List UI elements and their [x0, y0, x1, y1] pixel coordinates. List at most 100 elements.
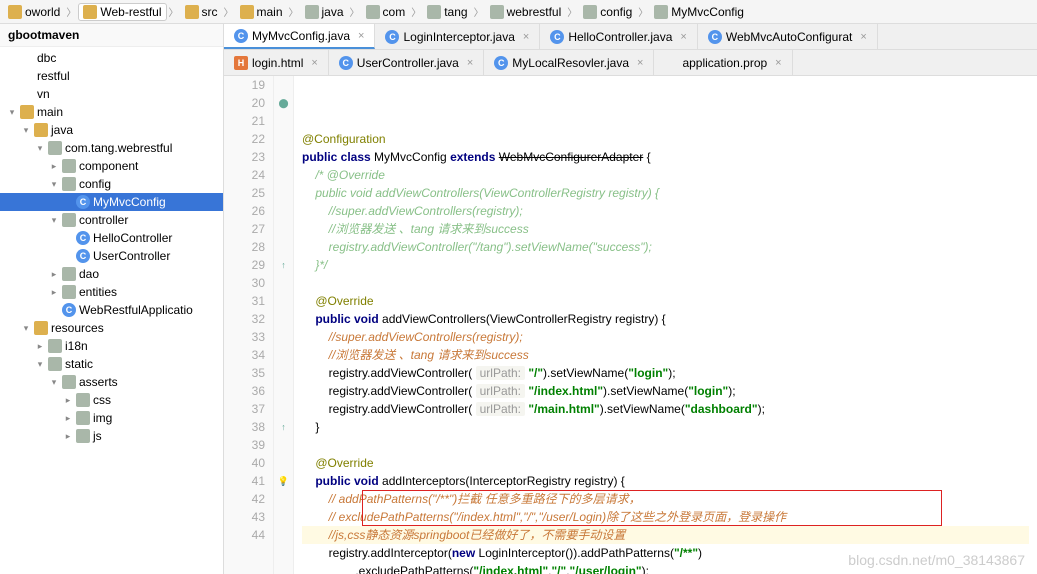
code-line[interactable]: } [302, 418, 1029, 436]
editor-tab[interactable]: Hlogin.html× [224, 50, 329, 75]
expand-icon[interactable]: ▾ [49, 377, 59, 388]
code-line[interactable]: // excludePathPatterns("/index.html","/"… [302, 508, 1029, 526]
line-number: 42 [232, 490, 265, 508]
tree-item[interactable]: ▸css [0, 391, 223, 409]
expand-icon[interactable]: ▾ [49, 215, 59, 226]
code-line[interactable]: public class MyMvcConfig extends WebMvcC… [302, 148, 1029, 166]
tree-item[interactable]: CUserController [0, 247, 223, 265]
code-line[interactable]: @Override [302, 292, 1029, 310]
gutter-icon: ↑ [274, 256, 293, 274]
expand-icon[interactable]: ▸ [35, 341, 45, 352]
breadcrumb-item[interactable]: src [181, 4, 222, 20]
tree-label: java [51, 123, 73, 137]
code-line[interactable]: //浏览器发送 、tang 请求来到success [302, 346, 1029, 364]
close-icon[interactable]: × [637, 57, 643, 69]
editor-tab[interactable]: application.prop× [654, 50, 792, 75]
code-line[interactable]: registry.addViewController("/tang").setV… [302, 238, 1029, 256]
code-line[interactable]: .excludePathPatterns("/index.html","/","… [302, 562, 1029, 574]
editor-tab[interactable]: CWebMvcAutoConfigurat× [698, 24, 878, 49]
tree-item[interactable]: ▾asserts [0, 373, 223, 391]
tree-item[interactable]: ▸dao [0, 265, 223, 283]
breadcrumb-item[interactable]: Web-restful [78, 3, 166, 21]
expand-icon[interactable]: ▸ [49, 161, 59, 172]
expand-icon[interactable]: ▾ [49, 179, 59, 190]
expand-icon[interactable]: ▸ [63, 413, 73, 424]
code-line[interactable] [302, 436, 1029, 454]
breadcrumb-item[interactable]: webrestful [486, 4, 566, 20]
tree-item[interactable]: dbc [0, 49, 223, 67]
line-number: 19 [232, 76, 265, 94]
expand-icon[interactable]: ▸ [63, 395, 73, 406]
code-line[interactable]: /* @Override [302, 166, 1029, 184]
expand-icon[interactable]: ▸ [49, 269, 59, 280]
close-icon[interactable]: × [775, 57, 781, 69]
expand-icon[interactable]: ▸ [49, 287, 59, 298]
class-icon: C [385, 30, 399, 44]
close-icon[interactable]: × [467, 57, 473, 69]
editor-tab[interactable]: CLoginInterceptor.java× [375, 24, 540, 49]
code-line[interactable]: registry.addViewController( urlPath: "/m… [302, 400, 1029, 418]
code-line[interactable]: public void addViewControllers(ViewContr… [302, 310, 1029, 328]
tree-item[interactable]: ▸component [0, 157, 223, 175]
code-line[interactable]: public void addInterceptors(InterceptorR… [302, 472, 1029, 490]
code-line[interactable]: //浏览器发送 、tang 请求来到success [302, 220, 1029, 238]
breadcrumb-item[interactable]: com [362, 4, 410, 20]
editor-tab[interactable]: CUserController.java× [329, 50, 484, 75]
breadcrumb-item[interactable]: oworld [4, 4, 64, 20]
close-icon[interactable]: × [680, 31, 686, 43]
tree-item[interactable]: ▾config [0, 175, 223, 193]
code-line[interactable]: registry.addInterceptor(new LoginInterce… [302, 544, 1029, 562]
breadcrumb-item[interactable]: MyMvcConfig [650, 4, 748, 20]
tree-item[interactable]: CHelloController [0, 229, 223, 247]
line-number: 36 [232, 382, 265, 400]
close-icon[interactable]: × [358, 30, 364, 42]
tree-item[interactable]: ▸img [0, 409, 223, 427]
breadcrumb-item[interactable]: config [579, 4, 636, 20]
editor-tab[interactable]: CMyMvcConfig.java× [224, 24, 375, 49]
code-line[interactable]: @Configuration [302, 130, 1029, 148]
tree-item[interactable]: ▾resources [0, 319, 223, 337]
tree-item[interactable]: ▾main [0, 103, 223, 121]
breadcrumb-item[interactable]: tang [423, 4, 471, 20]
tree-item[interactable]: CMyMvcConfig [0, 193, 223, 211]
expand-icon[interactable]: ▾ [21, 125, 31, 136]
code-line[interactable]: // addPathPatterns("/**")拦截 任意多重路径下的多层请求… [302, 490, 1029, 508]
breadcrumb: oworld〉Web-restful〉src〉main〉java〉com〉tan… [0, 0, 1037, 24]
tree-item[interactable]: restful [0, 67, 223, 85]
expand-icon[interactable]: ▾ [21, 323, 31, 334]
close-icon[interactable]: × [523, 31, 529, 43]
expand-icon[interactable]: ▾ [35, 359, 45, 370]
tree-item[interactable]: ▸js [0, 427, 223, 445]
code-line[interactable]: registry.addViewController( urlPath: "/"… [302, 364, 1029, 382]
code-line[interactable] [302, 274, 1029, 292]
code-line[interactable]: registry.addViewController( urlPath: "/i… [302, 382, 1029, 400]
tree-item[interactable]: ▾ java [0, 121, 223, 139]
expand-icon[interactable]: ▾ [7, 107, 17, 118]
tree-item[interactable]: ▾static [0, 355, 223, 373]
tree-item[interactable]: ▾com.tang.webrestful [0, 139, 223, 157]
code-line[interactable]: public void addViewControllers(ViewContr… [302, 184, 1029, 202]
tree-item[interactable]: ▸entities [0, 283, 223, 301]
gutter-icon [274, 346, 293, 364]
expand-icon[interactable]: ▾ [35, 143, 45, 154]
editor-tab[interactable]: CHelloController.java× [540, 24, 698, 49]
tree-item[interactable]: CWebRestfulApplicatio [0, 301, 223, 319]
code-line[interactable]: //js,css静态资源springboot已经做好了，不需要手动设置 [302, 526, 1029, 544]
tree-item[interactable]: ▾controller [0, 211, 223, 229]
code-line[interactable]: }*/ [302, 256, 1029, 274]
code-editor[interactable]: 1920212223242526272829303132333435363738… [224, 76, 1037, 574]
code-content[interactable]: @Configurationpublic class MyMvcConfig e… [294, 76, 1037, 574]
close-icon[interactable]: × [311, 57, 317, 69]
tree-item[interactable]: ▸i18n [0, 337, 223, 355]
code-line[interactable]: //super.addViewControllers(registry); [302, 202, 1029, 220]
editor-tab[interactable]: CMyLocalResovler.java× [484, 50, 654, 75]
code-line[interactable]: //super.addViewControllers(registry); [302, 328, 1029, 346]
breadcrumb-item[interactable]: main [236, 4, 287, 20]
breadcrumb-item[interactable]: java [301, 4, 348, 20]
chevron-icon: 〉 [474, 4, 484, 19]
code-line[interactable]: @Override [302, 454, 1029, 472]
close-icon[interactable]: × [860, 31, 866, 43]
expand-icon[interactable]: ▸ [63, 431, 73, 442]
project-tree[interactable]: dbcrestfulvn▾main▾java▾com.tang.webrestf… [0, 47, 223, 447]
tree-item[interactable]: vn [0, 85, 223, 103]
